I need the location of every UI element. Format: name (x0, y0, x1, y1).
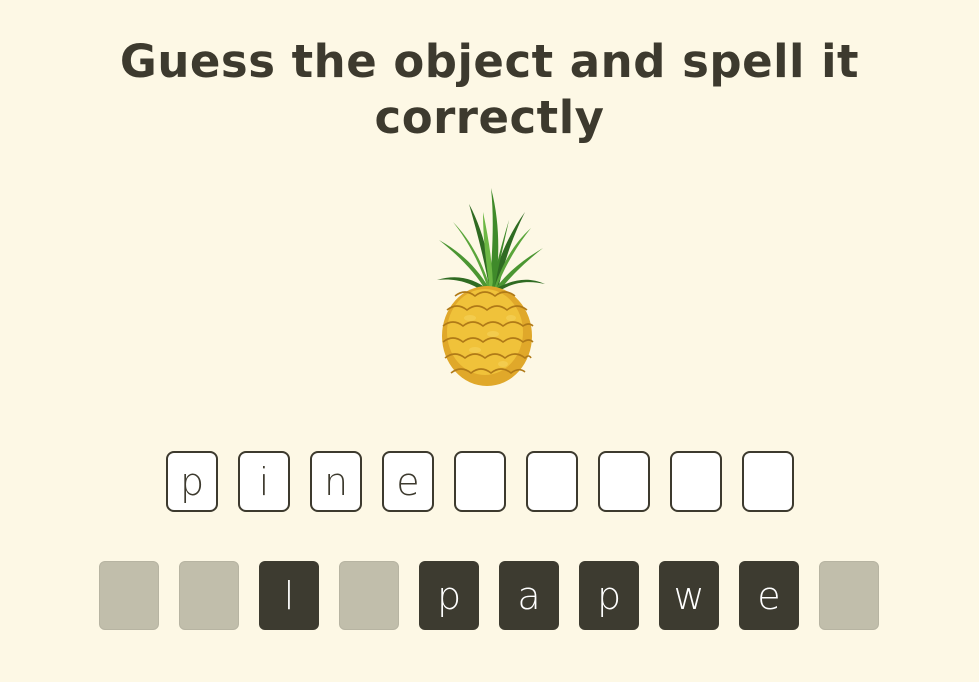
letter-tile-used (819, 561, 879, 630)
answer-slot[interactable] (670, 451, 722, 512)
letter-pool: l p a p w e (99, 561, 879, 630)
answer-slot[interactable] (454, 451, 506, 512)
letter-tile[interactable]: e (739, 561, 799, 630)
letter-tile[interactable]: p (419, 561, 479, 630)
answer-slot[interactable]: p (166, 451, 218, 512)
letter-tile-used (99, 561, 159, 630)
answer-slot[interactable]: e (382, 451, 434, 512)
letter-tile[interactable]: a (499, 561, 559, 630)
letter-tile-used (339, 561, 399, 630)
answer-slot[interactable] (526, 451, 578, 512)
answer-slot[interactable]: i (238, 451, 290, 512)
answer-slot[interactable] (598, 451, 650, 512)
letter-tile[interactable]: p (579, 561, 639, 630)
page-title: Guess the object and spell it correctly (119, 35, 860, 144)
answer-slot[interactable] (742, 451, 794, 512)
letter-tile[interactable]: w (659, 561, 719, 630)
answer-slots: p i n e (166, 451, 794, 512)
letter-tile-used (179, 561, 239, 630)
pineapple-icon (425, 182, 555, 392)
answer-slot[interactable]: n (310, 451, 362, 512)
letter-tile[interactable]: l (259, 561, 319, 630)
